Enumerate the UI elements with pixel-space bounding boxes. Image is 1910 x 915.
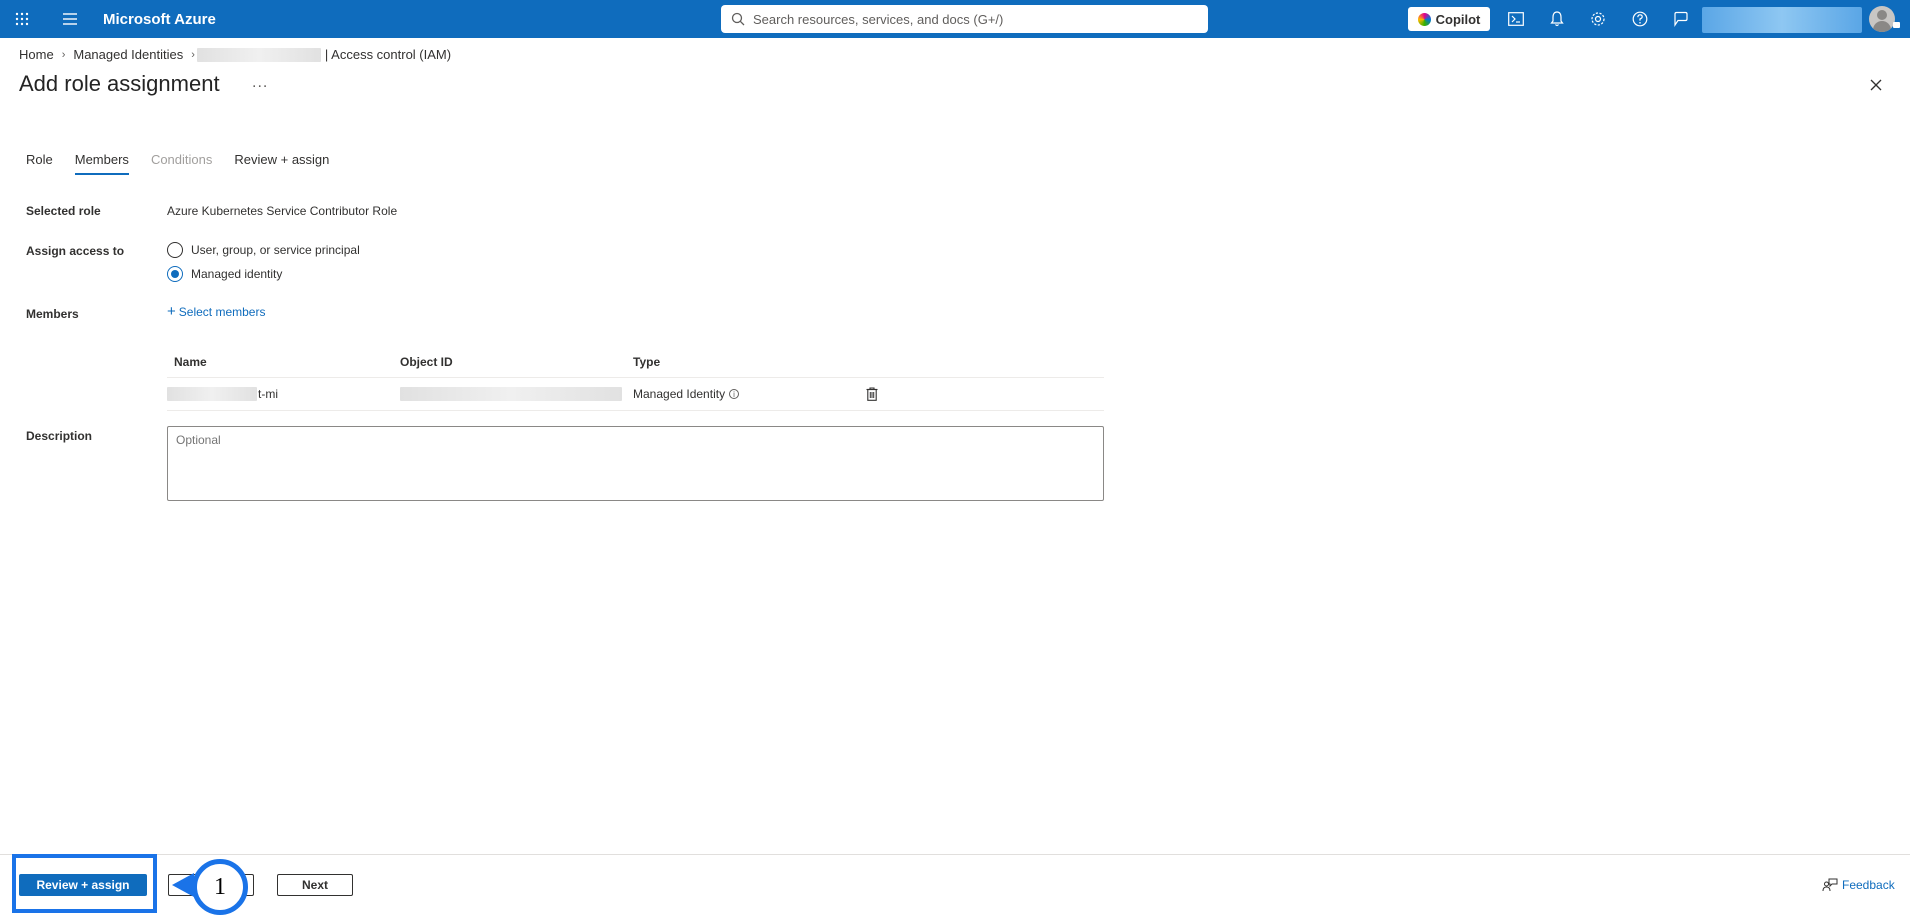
review-assign-button[interactable]: Review + assign xyxy=(19,874,147,896)
next-button[interactable]: Next xyxy=(277,874,353,896)
member-name: t-mi xyxy=(167,387,400,401)
info-icon[interactable]: i xyxy=(729,389,740,399)
help-icon[interactable] xyxy=(1621,0,1659,38)
column-header-name: Name xyxy=(174,354,207,369)
assign-access-label: Assign access to xyxy=(26,244,125,258)
radio-user-group-sp[interactable]: User, group, or service principal xyxy=(167,242,360,258)
chevron-right-icon: › xyxy=(61,48,66,61)
feedback-link[interactable]: Feedback xyxy=(1822,878,1895,892)
search-input[interactable]: Search resources, services, and docs (G+… xyxy=(721,5,1208,33)
copilot-button[interactable]: Copilot xyxy=(1408,7,1490,31)
close-icon[interactable] xyxy=(1866,75,1886,95)
table-row: t-mi Managed Identity i xyxy=(167,378,1104,411)
callout-arrow xyxy=(172,873,194,897)
description-label: Description xyxy=(26,429,93,443)
wizard-tabs: Role Members Conditions Review + assign xyxy=(26,152,351,175)
more-options-icon[interactable]: ... xyxy=(252,74,268,92)
radio-managed-identity[interactable]: Managed identity xyxy=(167,266,282,282)
step-callout: 1 xyxy=(192,859,248,915)
column-header-object-id: Object ID xyxy=(400,354,453,369)
tab-review-assign[interactable]: Review + assign xyxy=(234,152,329,175)
member-object-id xyxy=(400,387,633,401)
radio-label: User, group, or service principal xyxy=(191,243,360,257)
page-title: Add role assignment xyxy=(19,71,220,96)
object-id-redacted xyxy=(400,387,622,401)
radio-button[interactable] xyxy=(167,242,183,258)
radio-label: Managed identity xyxy=(191,267,283,281)
tab-conditions: Conditions xyxy=(150,152,213,167)
feedback-icon xyxy=(1822,878,1838,892)
select-members-text: Select members xyxy=(178,305,266,319)
member-type-text: Managed Identity xyxy=(633,387,726,401)
radio-button[interactable] xyxy=(167,266,183,282)
feedback-person-icon[interactable] xyxy=(1662,0,1700,38)
trash-icon[interactable] xyxy=(866,387,878,401)
cloud-shell-icon[interactable] xyxy=(1497,0,1535,38)
copilot-label: Copilot xyxy=(1435,11,1481,27)
tab-role[interactable]: Role xyxy=(26,152,53,175)
selected-role-value: Azure Kubernetes Service Contributor Rol… xyxy=(167,204,398,218)
copilot-icon xyxy=(1417,12,1431,26)
tab-members[interactable]: Members xyxy=(74,152,129,175)
table-header: Name Object ID Type xyxy=(167,346,1104,378)
member-name-suffix: t-mi xyxy=(258,387,278,401)
avatar[interactable] xyxy=(1869,6,1895,32)
breadcrumb-resource-name[interactable] xyxy=(196,47,321,62)
notifications-icon[interactable] xyxy=(1538,0,1576,38)
members-table: Name Object ID Type t-mi Managed Identit… xyxy=(167,346,1104,411)
brand-title[interactable]: Microsoft Azure xyxy=(103,11,216,28)
search-icon xyxy=(731,12,745,26)
delete-cell xyxy=(866,387,926,401)
app-launcher-icon[interactable] xyxy=(3,0,41,38)
plus-icon: + xyxy=(167,303,176,320)
search-placeholder: Search resources, services, and docs (G+… xyxy=(753,11,1004,27)
breadcrumb-home[interactable]: Home xyxy=(19,47,54,62)
lock-icon xyxy=(1893,22,1900,28)
settings-gear-icon[interactable] xyxy=(1579,0,1617,38)
feedback-text: Feedback xyxy=(1842,878,1895,892)
selected-role-label: Selected role xyxy=(26,204,101,218)
description-field[interactable] xyxy=(167,426,1104,501)
portal-menu-icon[interactable] xyxy=(51,0,89,38)
breadcrumb-current: | Access control (IAM) xyxy=(324,47,452,62)
member-type: Managed Identity i xyxy=(633,387,866,401)
column-header-type: Type xyxy=(633,354,661,369)
account-name[interactable] xyxy=(1702,7,1862,33)
chevron-right-icon: › xyxy=(191,48,195,61)
members-label: Members xyxy=(26,307,79,321)
breadcrumb: Home › Managed Identities › | Access con… xyxy=(19,47,451,62)
member-name-redacted xyxy=(167,387,257,401)
breadcrumb-managed-identities[interactable]: Managed Identities xyxy=(73,47,183,62)
select-members-link[interactable]: + Select members xyxy=(167,303,266,320)
